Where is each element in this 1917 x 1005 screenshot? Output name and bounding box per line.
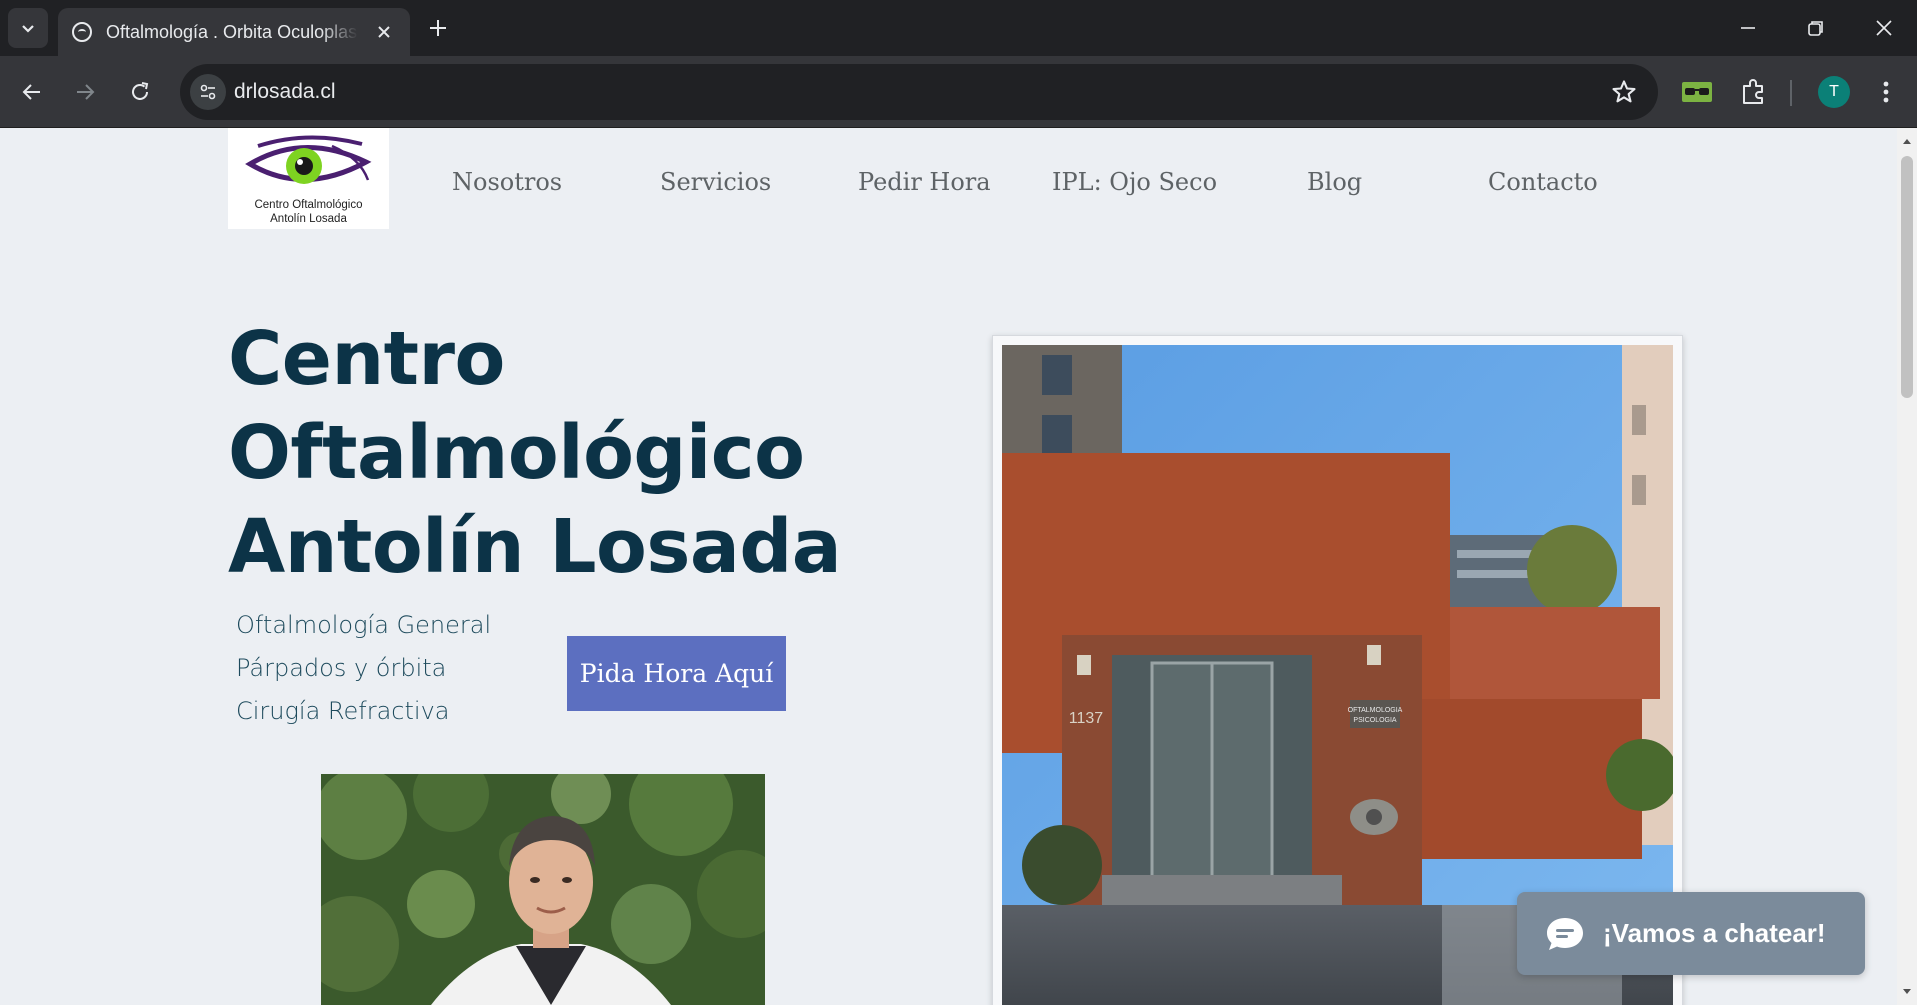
eye-logo-icon (245, 135, 372, 184)
page-viewport: Centro Oftalmológico Antolín Losada Noso… (0, 128, 1917, 1005)
more-vert-icon[interactable] (1872, 76, 1900, 108)
hero-title-line-1: Centro (228, 316, 505, 402)
scroll-up-arrow-icon[interactable] (1897, 134, 1917, 148)
address-bar[interactable]: drlosada.cl (180, 64, 1658, 120)
chevron-down-icon (22, 25, 34, 33)
tab-search-button[interactable] (8, 8, 48, 48)
scroll-thumb[interactable] (1901, 156, 1913, 398)
site-logo[interactable]: Centro Oftalmológico Antolín Losada (228, 128, 389, 229)
glasses-extension-icon[interactable] (1682, 80, 1712, 104)
browser-toolbar: drlosada.cl T (0, 56, 1917, 128)
restore-button[interactable] (1796, 8, 1836, 48)
chat-bubble-icon (1547, 917, 1583, 950)
doctor-portrait-image (321, 774, 765, 1005)
doctor-portrait (321, 774, 765, 1005)
minimize-button[interactable] (1728, 8, 1768, 48)
site-info-button[interactable] (190, 74, 226, 110)
sign-line-2: PSICOLOGIA (1353, 717, 1397, 724)
minimize-icon (1741, 27, 1755, 29)
chat-label: ¡Vamos a chatear! (1603, 918, 1826, 948)
url-text[interactable]: drlosada.cl (234, 80, 336, 104)
back-button[interactable] (12, 72, 52, 112)
service-item: Párpados y órbita (236, 654, 447, 682)
nav-link-servicios[interactable]: Servicios (660, 168, 771, 196)
sign-line-1: OFTALMOLOGIA (1348, 707, 1403, 714)
star-icon[interactable] (1610, 78, 1638, 106)
nav-link-nosotros[interactable]: Nosotros (452, 168, 562, 196)
service-item: Oftalmología General (236, 611, 492, 639)
hero-title: Centro Oftalmológico Antolín Losada (228, 312, 848, 594)
hero-title-line-3: Antolín Losada (228, 504, 842, 590)
browser-tab-bar: Oftalmología . Orbita Oculoplastica (0, 0, 1917, 56)
book-appointment-button[interactable]: Pida Hora Aquí (567, 636, 786, 711)
nav-link-pedir-hora[interactable]: Pedir Hora (858, 168, 991, 196)
nav-link-ipl-ojo-seco[interactable]: IPL: Ojo Seco (1052, 168, 1217, 196)
profile-avatar[interactable]: T (1818, 76, 1850, 108)
close-window-button[interactable] (1864, 8, 1904, 48)
nav-link-blog[interactable]: Blog (1307, 168, 1362, 196)
logo-line-2: Antolín Losada (270, 213, 347, 225)
hero-title-line-2: Oftalmológico (228, 410, 805, 496)
address-number: 1137 (1069, 710, 1104, 727)
chat-widget-button[interactable]: ¡Vamos a chatear! (1517, 892, 1865, 975)
forward-icon (77, 84, 95, 100)
nav-link-contacto[interactable]: Contacto (1488, 168, 1598, 196)
favicon-icon (72, 22, 92, 42)
reload-icon (132, 82, 149, 100)
service-item: Cirugía Refractiva (236, 697, 450, 725)
back-icon (22, 84, 40, 100)
forward-button[interactable] (65, 72, 105, 112)
toolbar-separator (1790, 80, 1792, 106)
browser-tab-active[interactable]: Oftalmología . Orbita Oculoplastica (58, 8, 410, 56)
close-icon[interactable] (372, 20, 396, 44)
puzzle-icon[interactable] (1738, 76, 1770, 108)
site-info-icon (200, 84, 216, 100)
close-window-icon (1876, 20, 1892, 36)
restore-icon (1808, 21, 1823, 36)
reload-button[interactable] (120, 72, 160, 112)
scroll-down-arrow-icon[interactable] (1897, 985, 1917, 999)
plus-icon[interactable] (422, 12, 454, 44)
tab-title: Oftalmología . Orbita Oculoplastica (106, 21, 358, 42)
logo-line-1: Centro Oftalmológico (254, 199, 363, 211)
page-scrollbar[interactable] (1897, 128, 1917, 1005)
